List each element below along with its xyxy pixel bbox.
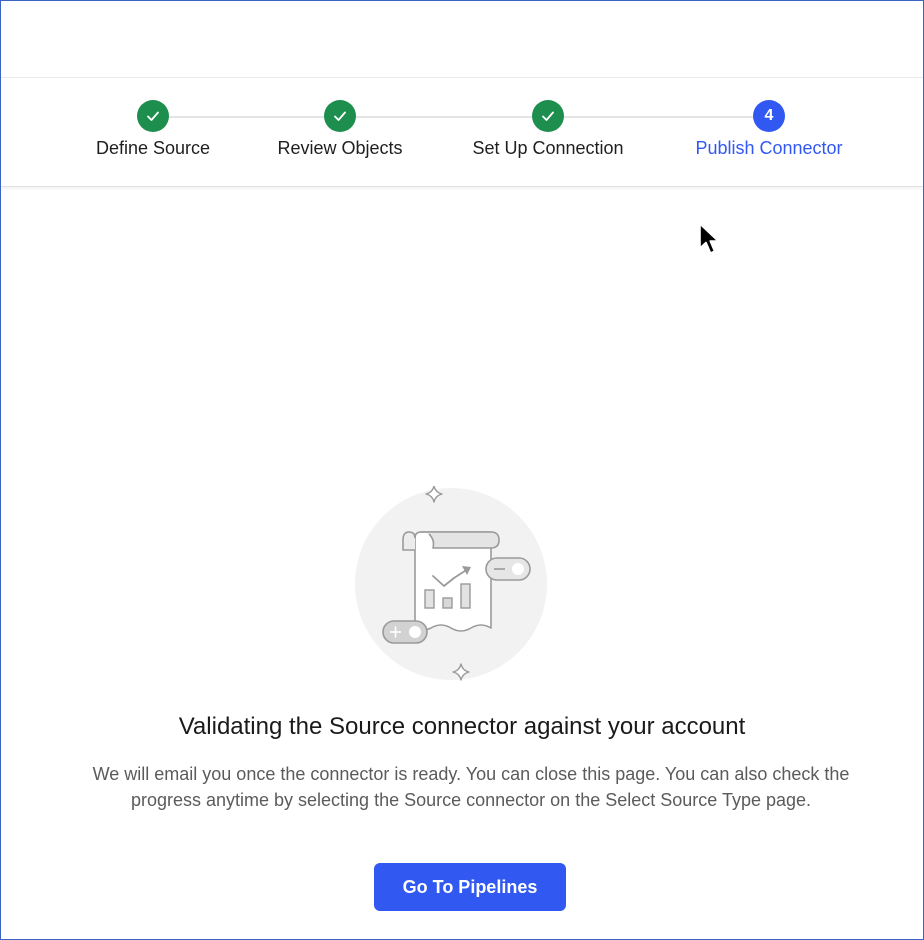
status-description: We will email you once the connector is … [92,764,850,810]
mouse-cursor-icon [699,223,719,254]
status-title: Validating the Source connector against … [178,713,746,740]
step-complete-badge [324,100,356,132]
step-publish-connector: 4 Publish Connector [669,100,869,159]
check-icon [147,111,159,121]
progress-stepper: Define Source Review Objects Set Up Conn… [1,78,923,187]
step-define-source: Define Source [53,100,253,159]
check-icon [334,111,346,121]
step-complete-badge [532,100,564,132]
step-complete-badge [137,100,169,132]
step-label: Publish Connector [695,138,843,158]
check-icon [542,111,554,121]
go-to-pipelines-button[interactable]: Go To Pipelines [374,863,566,911]
step-label: Review Objects [277,138,403,158]
step-review-objects: Review Objects [240,100,440,159]
document-chart-toggle-illustration [355,486,547,681]
step-number-badge: 4 [753,100,785,132]
app-frame: Define Source Review Objects Set Up Conn… [0,0,924,940]
step-set-up-connection: Set Up Connection [448,100,648,159]
step-label: Define Source [95,138,211,158]
header-area [1,1,923,78]
step-label: Set Up Connection [472,138,624,158]
